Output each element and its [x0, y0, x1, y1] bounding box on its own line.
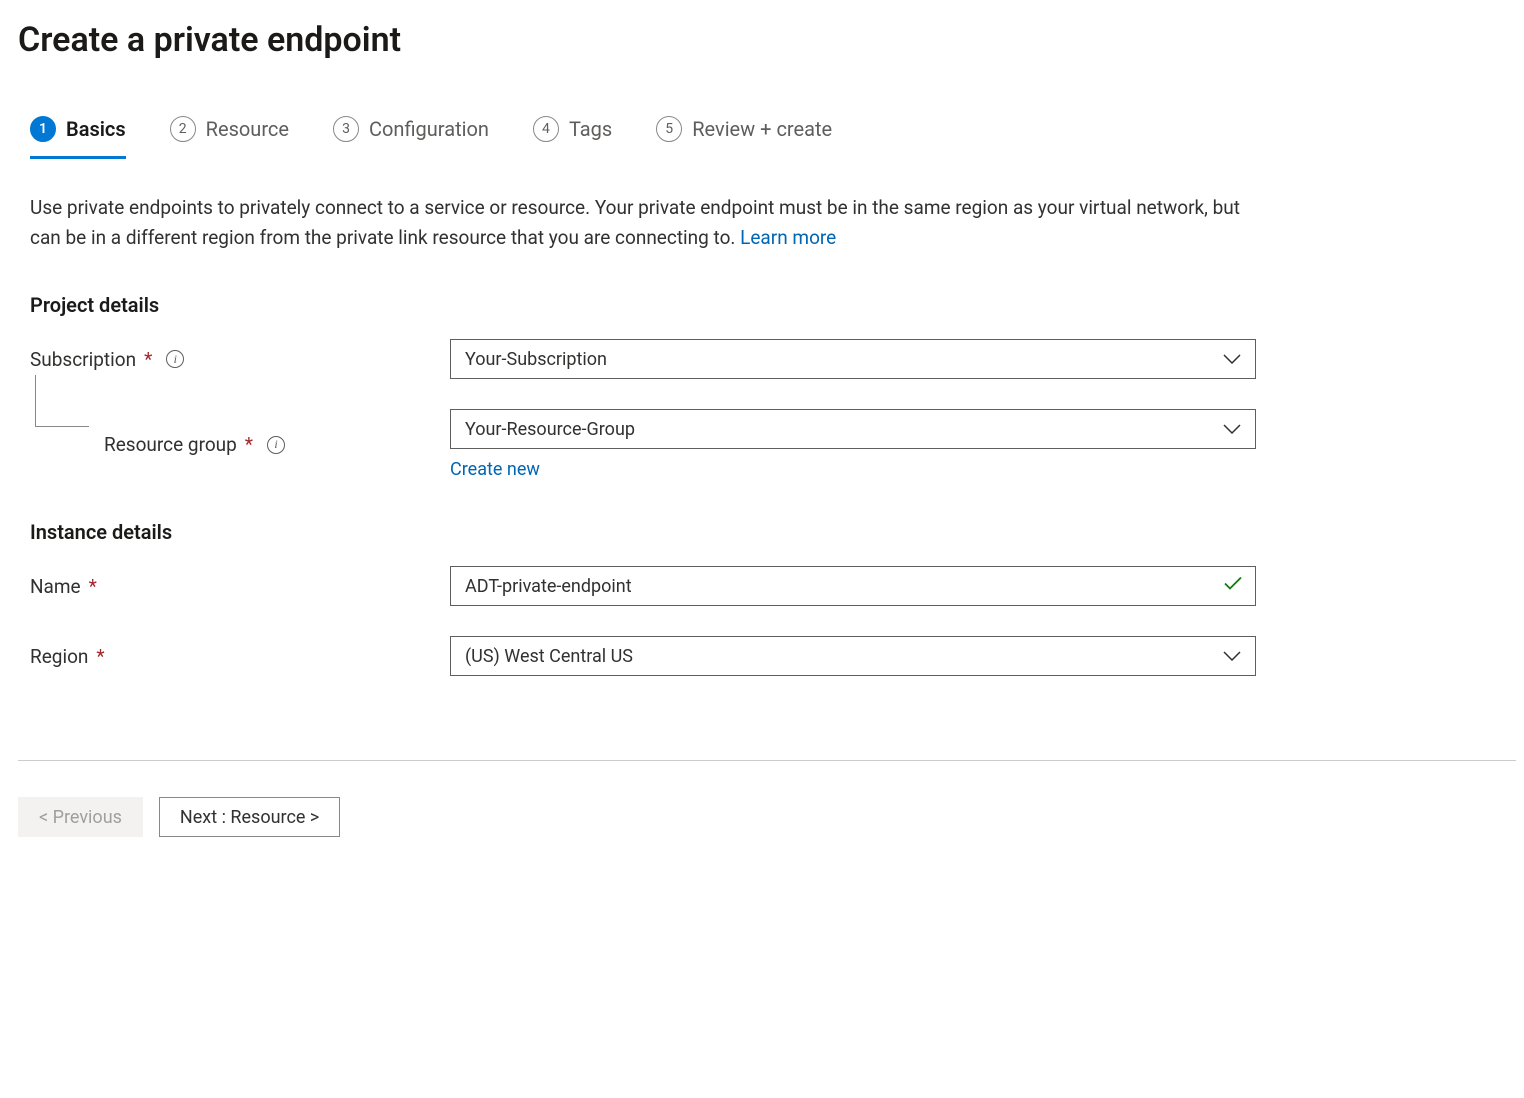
tab-configuration[interactable]: 3 Configuration: [333, 116, 489, 159]
tab-tags[interactable]: 4 Tags: [533, 116, 612, 159]
name-input-wrapper: [450, 566, 1256, 606]
subscription-value: Your-Subscription: [465, 349, 607, 370]
tab-label: Basics: [66, 117, 126, 141]
required-indicator: *: [245, 433, 253, 456]
tab-step-number: 4: [533, 116, 559, 142]
subscription-row: Subscription * i Your-Subscription: [30, 339, 1256, 379]
tab-review-create[interactable]: 5 Review + create: [656, 116, 832, 159]
name-row: Name *: [30, 566, 1256, 606]
page-title: Create a private endpoint: [18, 20, 1516, 60]
tab-label: Tags: [569, 117, 612, 141]
tab-basics[interactable]: 1 Basics: [30, 116, 126, 159]
region-dropdown[interactable]: (US) West Central US: [450, 636, 1256, 676]
chevron-down-icon: [1223, 354, 1241, 364]
tab-label: Resource: [206, 117, 289, 141]
required-indicator: *: [89, 575, 97, 598]
tab-step-number: 2: [170, 116, 196, 142]
learn-more-link[interactable]: Learn more: [740, 226, 836, 249]
wizard-tabs: 1 Basics 2 Resource 3 Configuration 4 Ta…: [18, 116, 1516, 159]
tab-label: Review + create: [692, 117, 832, 141]
tab-step-number: 5: [656, 116, 682, 142]
project-details-heading: Project details: [30, 293, 1256, 317]
next-button[interactable]: Next : Resource >: [159, 797, 340, 837]
description-text: Use private endpoints to privately conne…: [30, 193, 1256, 253]
create-new-link[interactable]: Create new: [450, 459, 540, 480]
subscription-dropdown[interactable]: Your-Subscription: [450, 339, 1256, 379]
tree-connector: [35, 375, 89, 427]
info-icon[interactable]: i: [267, 436, 285, 454]
required-indicator: *: [96, 645, 104, 668]
info-icon[interactable]: i: [166, 350, 184, 368]
resource-group-value: Your-Resource-Group: [465, 419, 635, 440]
resource-group-dropdown[interactable]: Your-Resource-Group: [450, 409, 1256, 449]
checkmark-icon: [1223, 576, 1243, 597]
region-value: (US) West Central US: [465, 646, 633, 667]
tab-step-number: 1: [30, 116, 56, 142]
resource-group-row: Resource group * i Your-Resource-Group C…: [30, 409, 1256, 480]
instance-details-heading: Instance details: [30, 520, 1256, 544]
name-label: Name: [30, 575, 81, 598]
previous-button: < Previous: [18, 797, 143, 837]
footer-actions: < Previous Next : Resource >: [18, 761, 1516, 837]
required-indicator: *: [144, 348, 152, 371]
tab-step-number: 3: [333, 116, 359, 142]
subscription-label: Subscription: [30, 348, 136, 371]
region-row: Region * (US) West Central US: [30, 636, 1256, 676]
chevron-down-icon: [1223, 651, 1241, 661]
name-input[interactable]: [465, 567, 1241, 605]
region-label: Region: [30, 645, 88, 668]
tab-resource[interactable]: 2 Resource: [170, 116, 289, 159]
chevron-down-icon: [1223, 424, 1241, 434]
tab-label: Configuration: [369, 117, 489, 141]
resource-group-label: Resource group: [104, 433, 237, 456]
